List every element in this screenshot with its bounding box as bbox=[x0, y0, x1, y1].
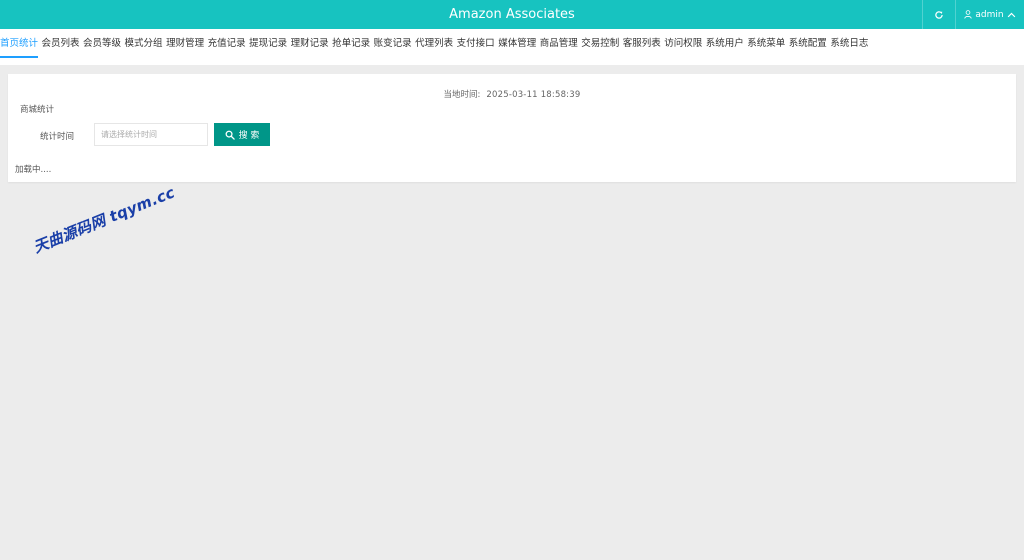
watermark-text: 天曲源码网 tqym.cc bbox=[30, 183, 178, 257]
nav-item-member-level[interactable]: 会员等级 bbox=[83, 29, 121, 58]
nav-item-access-permission[interactable]: 访问权限 bbox=[664, 29, 702, 58]
nav-item-system-logs[interactable]: 系统日志 bbox=[830, 29, 868, 58]
search-button[interactable]: 搜 索 bbox=[214, 123, 270, 146]
nav-tabs: 首页统计 会员列表 会员等级 模式分组 理财管理 充值记录 提现记录 理财记录 抢单记录 账变记录… bbox=[0, 29, 1024, 65]
nav-item-trade-control[interactable]: 交易控制 bbox=[581, 29, 619, 58]
refresh-button[interactable] bbox=[922, 0, 955, 29]
nav-item-order-grab-records[interactable]: 抢单记录 bbox=[332, 29, 370, 58]
nav-item-balance-records[interactable]: 账变记录 bbox=[374, 29, 412, 58]
nav-item-media-manage[interactable]: 媒体管理 bbox=[498, 29, 536, 58]
nav-item-recharge-records[interactable]: 充值记录 bbox=[208, 29, 246, 58]
nav-item-finance-manage[interactable]: 理财管理 bbox=[166, 29, 204, 58]
search-icon bbox=[225, 130, 235, 140]
nav-item-product-manage[interactable]: 商品管理 bbox=[540, 29, 578, 58]
user-icon bbox=[964, 10, 973, 19]
loading-text: 加载中.... bbox=[15, 165, 52, 175]
nav-item-support-list[interactable]: 客服列表 bbox=[623, 29, 661, 58]
nav-item-system-menu[interactable]: 系统菜单 bbox=[747, 29, 785, 58]
local-time: 当地时间: 2025-03-11 18:58:39 bbox=[8, 88, 1016, 100]
local-time-value: 2025-03-11 18:58:39 bbox=[486, 90, 581, 100]
chevron-up-icon bbox=[1007, 12, 1015, 17]
user-name: admin bbox=[975, 9, 1004, 20]
nav-item-mode-group[interactable]: 模式分组 bbox=[125, 29, 163, 58]
top-header: Amazon Associates admin bbox=[0, 0, 1024, 29]
section-title: 商城统计 bbox=[20, 105, 55, 115]
search-button-label: 搜 索 bbox=[238, 131, 260, 141]
refresh-icon bbox=[935, 10, 943, 19]
stat-time-label: 统计时间 bbox=[40, 132, 75, 142]
nav-item-payment-api[interactable]: 支付接口 bbox=[457, 29, 495, 58]
nav-item-system-users[interactable]: 系统用户 bbox=[706, 29, 744, 58]
nav-item-member-list[interactable]: 会员列表 bbox=[42, 29, 80, 58]
app-title: Amazon Associates bbox=[449, 7, 575, 22]
nav-item-system-config[interactable]: 系统配置 bbox=[789, 29, 827, 58]
user-menu[interactable]: admin bbox=[955, 0, 1024, 29]
local-time-label: 当地时间: bbox=[443, 90, 481, 100]
stat-time-input[interactable] bbox=[94, 123, 208, 146]
nav-item-finance-records[interactable]: 理财记录 bbox=[291, 29, 329, 58]
stats-card: 当地时间: 2025-03-11 18:58:39 商城统计 统计时间 搜 索 加… bbox=[8, 74, 1016, 182]
nav-item-withdraw-records[interactable]: 提现记录 bbox=[249, 29, 287, 58]
nav-item-home-stats[interactable]: 首页统计 bbox=[0, 29, 39, 58]
nav-item-agent-list[interactable]: 代理列表 bbox=[415, 29, 453, 58]
